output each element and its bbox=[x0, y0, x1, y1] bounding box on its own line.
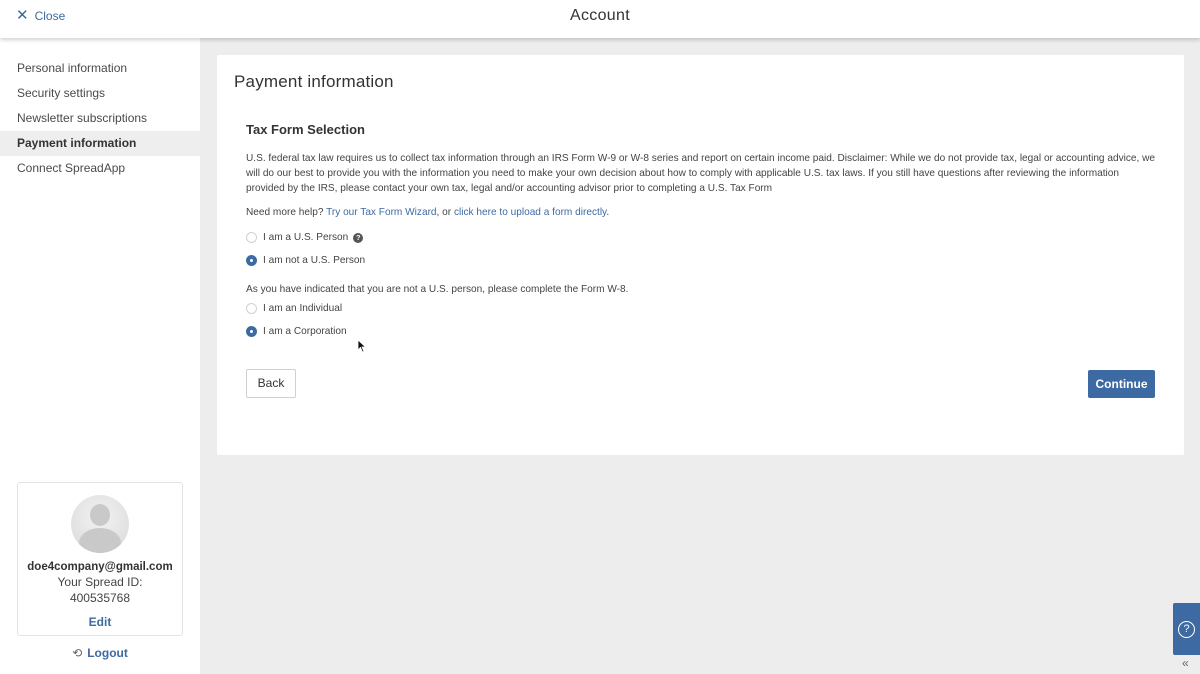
sidebar-item-newsletter-subscriptions[interactable]: Newsletter subscriptions bbox=[0, 106, 200, 131]
w8-note: As you have indicated that you are not a… bbox=[246, 284, 629, 295]
card-title: Payment information bbox=[234, 72, 394, 91]
upload-form-link[interactable]: click here to upload a form directly bbox=[454, 207, 606, 218]
double-chevron-left-icon[interactable]: « bbox=[1182, 656, 1189, 670]
help-prefix: Need more help? bbox=[246, 207, 324, 218]
mouse-cursor-icon bbox=[357, 339, 367, 353]
help-suffix: . bbox=[606, 207, 610, 218]
sidebar-nav: Personal information Security settings N… bbox=[0, 56, 200, 181]
radio-corporation[interactable] bbox=[246, 326, 257, 337]
sidebar-item-payment-information[interactable]: Payment information bbox=[0, 131, 200, 156]
help-widget-button[interactable]: ? bbox=[1173, 603, 1200, 655]
tax-form-section: Tax Form Selection U.S. federal tax law … bbox=[246, 122, 1156, 343]
radio-corporation-label[interactable]: I am a Corporation bbox=[263, 326, 347, 337]
payment-card: Payment information Tax Form Selection U… bbox=[217, 55, 1184, 455]
profile-card: doe4company@gmail.com Your Spread ID: 40… bbox=[17, 482, 183, 636]
logout-label: Logout bbox=[87, 646, 128, 660]
radio-not-us-person[interactable] bbox=[246, 255, 257, 266]
radio-not-us-person-row[interactable]: I am not a U.S. Person bbox=[246, 249, 1156, 272]
radio-individual-row[interactable]: I am an Individual bbox=[246, 297, 1156, 320]
entity-radio-group: I am an Individual I am a Corporation bbox=[246, 297, 1156, 343]
continue-button[interactable]: Continue bbox=[1088, 370, 1155, 398]
sidebar-item-connect-spreadapp[interactable]: Connect SpreadApp bbox=[0, 156, 200, 181]
tax-form-wizard-link[interactable]: Try our Tax Form Wizard bbox=[326, 207, 436, 218]
avatar-head-shape bbox=[90, 504, 110, 526]
radio-us-person[interactable] bbox=[246, 232, 257, 243]
logout-button[interactable]: ⟲ Logout bbox=[0, 646, 200, 660]
back-button[interactable]: Back bbox=[246, 369, 296, 398]
avatar bbox=[71, 495, 129, 553]
question-circle-icon: ? bbox=[1178, 621, 1195, 638]
question-icon[interactable]: ? bbox=[353, 232, 364, 243]
radio-us-person-row[interactable]: I am a U.S. Person ? bbox=[246, 226, 1156, 249]
radio-us-person-label[interactable]: I am a U.S. Person bbox=[263, 232, 348, 243]
sidebar-item-personal-information[interactable]: Personal information bbox=[0, 56, 200, 81]
radio-individual-label[interactable]: I am an Individual bbox=[263, 303, 342, 314]
avatar-shoulders-shape bbox=[79, 528, 121, 553]
radio-corporation-row[interactable]: I am a Corporation bbox=[246, 320, 1156, 343]
help-text: Need more help? Try our Tax Form Wizard,… bbox=[246, 207, 1156, 218]
radio-not-us-person-label[interactable]: I am not a U.S. Person bbox=[263, 255, 365, 266]
page-title: Account bbox=[570, 7, 630, 24]
profile-email: doe4company@gmail.com bbox=[27, 561, 173, 573]
sidebar-item-security-settings[interactable]: Security settings bbox=[0, 81, 200, 106]
radio-individual[interactable] bbox=[246, 303, 257, 314]
help-middle: , or bbox=[436, 207, 452, 218]
disclaimer-text: U.S. federal tax law requires us to coll… bbox=[246, 153, 1156, 194]
section-title: Tax Form Selection bbox=[246, 122, 365, 137]
logout-icon: ⟲ bbox=[72, 646, 83, 660]
top-bar: ✕ Close Account bbox=[0, 0, 1200, 38]
spread-id-label: Your Spread ID: bbox=[57, 575, 143, 589]
person-radio-group: I am a U.S. Person ? I am not a U.S. Per… bbox=[246, 226, 1156, 272]
sidebar: Personal information Security settings N… bbox=[0, 38, 200, 674]
spread-id-value: 400535768 bbox=[69, 591, 131, 605]
edit-profile-link[interactable]: Edit bbox=[18, 615, 182, 629]
